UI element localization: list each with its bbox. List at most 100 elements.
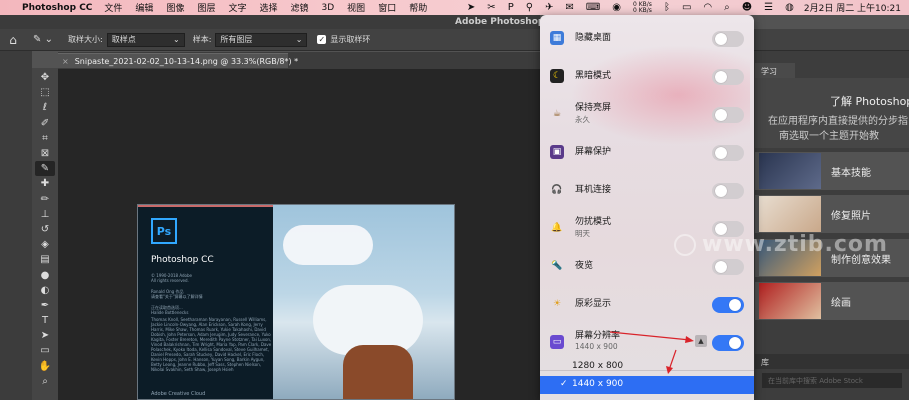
menu-type[interactable]: 文字 — [228, 1, 246, 14]
headphones-row[interactable]: 🎧 耳机连接 — [540, 170, 754, 208]
dark-mode-row[interactable]: ☾ 黑暗模式 — [540, 56, 754, 94]
toolbox: ✥ ⬚ ℓ ✐ ⌗ ⊠ ✎ ✚ ✏ ⊥ ↺ ◈ ▤ ● ◐ ✒ T ➤ ▭ ✋ … — [32, 68, 58, 400]
screensaver-toggle[interactable] — [712, 145, 744, 161]
zoom-tool-icon[interactable]: ⌕ — [35, 374, 55, 389]
splash-copyright-2: All rights reserved. — [151, 278, 189, 283]
eyedropper-tool-icon[interactable]: ✎ — [35, 161, 55, 177]
hide-desktop-toggle[interactable] — [712, 31, 744, 47]
person-shape — [343, 345, 413, 399]
home-icon[interactable]: ⌂ — [0, 33, 26, 47]
siri-icon[interactable]: ◍ — [785, 2, 794, 13]
screensaver-row[interactable]: ▣ 屏幕保护 — [540, 132, 754, 170]
menu-bar: Photoshop CC 文件 编辑 图像 图层 文字 选择 滤镜 3D 视图 … — [0, 0, 909, 15]
pin-icon[interactable]: ⚲ — [526, 2, 533, 13]
resolution-option[interactable]: 1280 x 800 — [540, 358, 754, 376]
show-ring-checkbox[interactable]: ✓ — [317, 35, 327, 44]
wechat-icon[interactable]: ✉ — [565, 2, 573, 13]
menu-filter[interactable]: 滤镜 — [291, 1, 309, 14]
bird-icon[interactable]: ✈ — [545, 2, 553, 13]
resolution-option-selected[interactable]: ✓ 1440 x 900 — [540, 376, 754, 394]
shape-tool-icon[interactable]: ▭ — [35, 343, 55, 358]
true-tone-toggle[interactable] — [712, 297, 744, 313]
hide-desktop-row[interactable]: ▦ 隐藏桌面 — [540, 18, 754, 56]
menu-help[interactable]: 帮助 — [409, 1, 427, 14]
menu-window[interactable]: 窗口 — [378, 1, 396, 14]
monitor-icon: ▣ — [550, 145, 564, 159]
clock[interactable]: 2月2日 周二 上午10:21 — [804, 1, 901, 14]
card-thumbnail — [759, 153, 821, 189]
send-icon[interactable]: ➤ — [467, 2, 475, 13]
keep-awake-row[interactable]: ☕ 保持亮屏 永久 — [540, 94, 754, 132]
sample-value: 所有图层 — [220, 35, 253, 44]
learn-card[interactable]: 修复照片 — [755, 195, 909, 233]
keep-awake-label: 保持亮屏 — [575, 103, 612, 113]
document-tab[interactable]: × Snipaste_2021-02-02_10-13-14.png @ 33.… — [58, 53, 298, 68]
eraser-tool-icon[interactable]: ◈ — [35, 237, 55, 252]
expand-up-icon[interactable]: ▲ — [695, 335, 707, 347]
sample-select[interactable]: 所有图层 ⌄ — [215, 32, 308, 47]
eyedropper-preset-icon[interactable]: ✎ ⌄ — [26, 34, 60, 45]
sample-label: 样本: — [192, 35, 212, 44]
healing-tool-icon[interactable]: ✚ — [35, 176, 55, 191]
marquee-tool-icon[interactable]: ⬚ — [35, 85, 55, 100]
blur-tool-icon[interactable]: ● — [35, 267, 55, 282]
learn-card[interactable]: 基本技能 — [755, 152, 909, 190]
menu-select[interactable]: 选择 — [259, 1, 277, 14]
dark-mode-toggle[interactable] — [712, 69, 744, 85]
menu-tool-icon[interactable]: ◉ — [612, 2, 621, 13]
dark-mode-label: 黑暗模式 — [575, 71, 612, 81]
headphones-toggle[interactable] — [712, 183, 744, 199]
scissors-icon[interactable]: ✂ — [487, 2, 495, 13]
pen-tool-icon[interactable]: ✒ — [35, 298, 55, 313]
menu-file[interactable]: 文件 — [104, 1, 122, 14]
lasso-tool-icon[interactable]: ℓ — [35, 100, 55, 115]
gradient-tool-icon[interactable]: ▤ — [35, 252, 55, 267]
history-brush-tool-icon[interactable]: ↺ — [35, 222, 55, 237]
show-ring-label: 显示取样环 — [330, 35, 371, 44]
grid-icon: ▦ — [550, 31, 564, 45]
type-tool-icon[interactable]: T — [35, 313, 55, 328]
close-icon[interactable]: × — [62, 57, 69, 66]
keyboard-icon[interactable]: ⌨ — [586, 2, 600, 13]
crop-tool-icon[interactable]: ⌗ — [35, 131, 55, 146]
night-shift-label: 夜览 — [575, 261, 594, 271]
menu-layer[interactable]: 图层 — [197, 1, 215, 14]
app-menu[interactable]: Photoshop CC — [22, 3, 92, 13]
bluetooth-icon[interactable]: ᛒ — [664, 2, 670, 13]
control-center-icon[interactable]: ☰ — [764, 2, 773, 13]
chevron-down-icon: ⌄ — [295, 35, 303, 44]
resolution-toggle[interactable] — [712, 335, 744, 351]
search-icon[interactable]: ⌕ — [724, 2, 730, 13]
stamp-tool-icon[interactable]: ⊥ — [35, 207, 55, 222]
sun-icon: ☀ — [552, 299, 562, 309]
user-icon[interactable]: ☻ — [742, 2, 752, 13]
card-thumbnail — [759, 283, 821, 319]
library-search-input[interactable]: 在当前库中搜索 Adobe Stock — [762, 373, 902, 388]
wifi-icon[interactable]: ◠ — [703, 2, 712, 13]
paypal-icon[interactable]: P — [508, 2, 514, 13]
true-tone-row[interactable]: ☀ 原彩显示 — [540, 284, 754, 322]
menu-view[interactable]: 视图 — [347, 1, 365, 14]
frame-tool-icon[interactable]: ⊠ — [35, 146, 55, 161]
learn-heading: 了解 Photoshop — [830, 95, 909, 108]
learn-card-title: 修复照片 — [831, 211, 871, 222]
library-tab[interactable]: 库 — [755, 354, 909, 369]
menu-3d[interactable]: 3D — [322, 3, 335, 13]
learn-card[interactable]: 绘画 — [755, 282, 909, 320]
brush-tool-icon[interactable]: ✏ — [35, 192, 55, 207]
sample-size-select[interactable]: 取样点 ⌄ — [106, 32, 185, 47]
net-down: 0 KB/s — [633, 6, 652, 14]
dodge-tool-icon[interactable]: ◐ — [35, 283, 55, 298]
path-select-tool-icon[interactable]: ➤ — [35, 328, 55, 343]
hand-tool-icon[interactable]: ✋ — [35, 359, 55, 374]
battery-icon[interactable]: ▭ — [682, 2, 691, 13]
learn-card-title: 基本技能 — [831, 168, 871, 179]
move-tool-icon[interactable]: ✥ — [35, 70, 55, 85]
keep-awake-toggle[interactable] — [712, 107, 744, 123]
quick-select-tool-icon[interactable]: ✐ — [35, 116, 55, 131]
document-tab-title: Snipaste_2021-02-02_10-13-14.png @ 33.3%… — [74, 56, 299, 66]
night-shift-toggle[interactable] — [712, 259, 744, 275]
learn-tab[interactable]: 学习 — [755, 63, 795, 78]
menu-image[interactable]: 图像 — [166, 1, 184, 14]
menu-edit[interactable]: 编辑 — [135, 1, 153, 14]
